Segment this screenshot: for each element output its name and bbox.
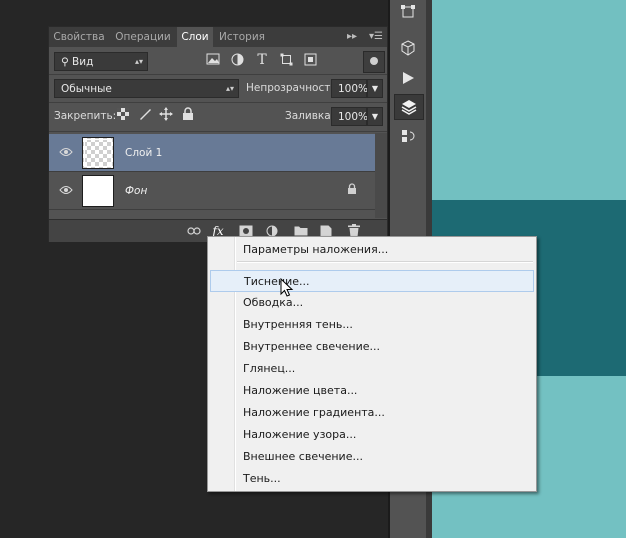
cube-3d-icon[interactable] xyxy=(394,36,422,60)
tab-properties[interactable]: Свойства xyxy=(49,27,109,47)
visibility-eye-icon[interactable] xyxy=(58,183,74,199)
panel-tab-bar: Свойства Операции Слои История ▸▸ ▾☰ xyxy=(49,27,387,47)
menu-item-satin[interactable]: Глянец... xyxy=(210,358,534,380)
mouse-cursor-icon xyxy=(280,278,294,297)
type-filter-icon[interactable]: T xyxy=(254,52,270,68)
tab-layers[interactable]: Слои xyxy=(177,27,213,47)
blend-mode-value: Обычные xyxy=(61,83,112,95)
menu-item-pattern-overlay[interactable]: Наложение узора... xyxy=(210,424,534,446)
menu-item-bevel-emboss[interactable]: Тиснение... xyxy=(210,270,534,292)
layers-panel-icon[interactable] xyxy=(394,94,424,120)
opacity-input[interactable]: 100% xyxy=(331,79,369,98)
menu-item-stroke[interactable]: Обводка... xyxy=(210,292,534,314)
separator xyxy=(49,74,387,75)
separator xyxy=(49,102,387,103)
menu-item-inner-glow[interactable]: Внутреннее свечение... xyxy=(210,336,534,358)
layers-panel: Свойства Операции Слои История ▸▸ ▾☰ ⚲ В… xyxy=(48,26,388,242)
layer-row-layer1[interactable]: Слой 1 xyxy=(49,134,375,172)
opacity-value: 100% xyxy=(338,83,369,95)
menu-item-label: Тень... xyxy=(243,472,281,485)
layer-style-menu: Параметры наложения... Тиснение... Обвод… xyxy=(207,236,537,492)
filter-toggle-icon[interactable] xyxy=(363,51,385,73)
tab-history[interactable]: История xyxy=(214,27,270,47)
lock-position-icon[interactable] xyxy=(158,107,174,125)
menu-item-label: Внутренняя тень... xyxy=(243,318,353,331)
chevron-down-icon: ▼ xyxy=(371,84,379,93)
menu-separator xyxy=(237,261,533,263)
smart-object-filter-icon[interactable] xyxy=(302,53,318,70)
menu-item-label: Наложение цвета... xyxy=(243,384,358,397)
layer-filter-select[interactable]: ⚲ Вид ▴▾ xyxy=(54,52,148,71)
fill-label: Заливка: xyxy=(285,110,335,122)
menu-item-label: Наложение узора... xyxy=(243,428,357,441)
adjustment-filter-icon[interactable] xyxy=(229,53,245,70)
play-actions-icon[interactable] xyxy=(394,66,422,90)
menu-item-inner-shadow[interactable]: Внутренняя тень... xyxy=(210,314,534,336)
layers-scrollbar[interactable] xyxy=(375,133,387,218)
stepper-icon: ▴▾ xyxy=(134,57,143,66)
fill-input[interactable]: 100% xyxy=(331,107,369,126)
menu-item-label: Обводка... xyxy=(243,296,304,309)
menu-item-gradient-overlay[interactable]: Наложение градиента... xyxy=(210,402,534,424)
layer-thumbnail xyxy=(82,137,114,169)
menu-item-label: Параметры наложения... xyxy=(243,243,389,256)
stepper-icon: ▴▾ xyxy=(225,84,234,93)
layer-name[interactable]: Слой 1 xyxy=(125,134,162,172)
menu-item-label: Глянец... xyxy=(243,362,296,375)
link-icon[interactable] xyxy=(185,220,203,243)
blend-mode-select[interactable]: Обычные ▴▾ xyxy=(54,79,239,98)
fill-slider-button[interactable]: ▼ xyxy=(367,107,383,126)
visibility-eye-icon[interactable] xyxy=(58,145,74,161)
lock-all-icon[interactable] xyxy=(180,107,196,125)
tab-actions[interactable]: Операции xyxy=(110,27,176,47)
search-icon: ⚲ xyxy=(61,56,69,68)
chevron-down-icon: ▼ xyxy=(371,112,379,121)
layer-name[interactable]: Фон xyxy=(125,172,147,210)
image-filter-icon[interactable] xyxy=(205,53,221,69)
layer-row-background[interactable]: Фон xyxy=(49,172,375,210)
fill-value: 100% xyxy=(338,111,369,123)
menu-item-outer-glow[interactable]: Внешнее свечение... xyxy=(210,446,534,468)
filter-label: ⚲ Вид xyxy=(61,53,93,71)
lock-icon xyxy=(347,183,357,198)
history-states-icon[interactable] xyxy=(394,124,422,148)
lock-transparent-pixels-icon[interactable] xyxy=(115,108,131,124)
menu-item-label: Внешнее свечение... xyxy=(243,450,363,463)
lock-image-pixels-icon[interactable] xyxy=(137,107,153,125)
canvas-stripe-light-top xyxy=(432,0,626,200)
filter-kind-text: Вид xyxy=(72,56,94,68)
menu-item-label: Внутреннее свечение... xyxy=(243,340,380,353)
opacity-slider-button[interactable]: ▼ xyxy=(367,79,383,98)
menu-item-label: Наложение градиента... xyxy=(243,406,385,419)
menu-item-color-overlay[interactable]: Наложение цвета... xyxy=(210,380,534,402)
lock-label: Закрепить: xyxy=(54,110,117,122)
separator xyxy=(49,131,387,132)
menu-item-blending-options[interactable]: Параметры наложения... xyxy=(210,239,534,261)
opacity-label: Непрозрачность: xyxy=(246,82,341,94)
shape-filter-icon[interactable] xyxy=(278,53,294,70)
panel-menu-icon[interactable]: ▾☰ xyxy=(369,27,383,47)
menu-item-label: Тиснение... xyxy=(244,275,310,288)
menu-item-drop-shadow[interactable]: Тень... xyxy=(210,468,534,490)
collapse-panel-icon[interactable]: ▸▸ xyxy=(347,27,357,47)
layer-thumbnail xyxy=(82,175,114,207)
transform-tool-icon[interactable] xyxy=(394,0,422,24)
